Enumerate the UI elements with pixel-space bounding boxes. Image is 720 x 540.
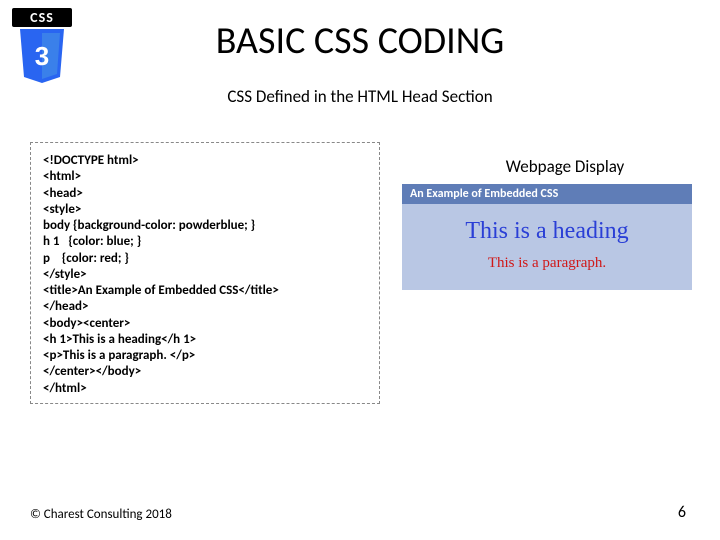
footer-copyright: © Charest Consulting 2018 — [30, 507, 172, 522]
code-line: <html> — [43, 169, 367, 185]
code-line: </style> — [43, 267, 367, 283]
footer-page-number: 6 — [678, 503, 686, 522]
code-line: <style> — [43, 202, 367, 218]
page-title: BASIC CSS CODING — [0, 18, 720, 64]
code-block: <!DOCTYPE html> <html> <head> <style> bo… — [30, 142, 380, 404]
preview-heading: This is a heading — [402, 218, 692, 245]
code-line: <body><center> — [43, 316, 367, 332]
code-line: p {color: red; } — [43, 251, 367, 267]
page-subtitle: CSS Defined in the HTML Head Section — [0, 86, 720, 107]
preview-label: Webpage Display — [440, 156, 690, 177]
code-line: h 1 {color: blue; } — [43, 234, 367, 250]
preview-titlebar: An Example of Embedded CSS — [402, 184, 692, 204]
code-line: <head> — [43, 186, 367, 202]
code-line: <p>This is a paragraph. </p> — [43, 348, 367, 364]
preview-paragraph: This is a paragraph. — [402, 255, 692, 272]
code-line: <h 1>This is a heading</h 1> — [43, 332, 367, 348]
code-line: </head> — [43, 299, 367, 315]
code-line: </html> — [43, 381, 367, 397]
code-line: <!DOCTYPE html> — [43, 153, 367, 169]
code-line: </center></body> — [43, 364, 367, 380]
browser-preview: An Example of Embedded CSS This is a hea… — [402, 184, 692, 290]
code-line: body {background-color: powderblue; } — [43, 218, 367, 234]
code-line: <title>An Example of Embedded CSS</title… — [43, 283, 367, 299]
